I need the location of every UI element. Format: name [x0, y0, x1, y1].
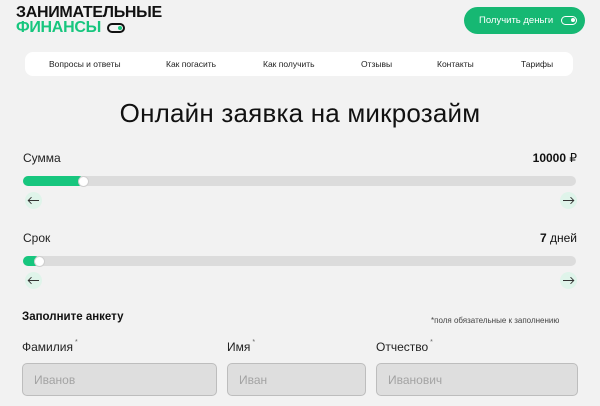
main-nav: Вопросы и ответы Как погасить Как получи… — [25, 52, 573, 76]
get-money-label: Получить деньги — [479, 15, 554, 26]
arrow-right-icon — [563, 196, 575, 205]
amount-unit: ₽ — [569, 151, 577, 165]
term-decrease-button[interactable] — [25, 272, 42, 289]
name-label: Имя * — [227, 339, 256, 354]
amount-slider-thumb[interactable] — [78, 175, 90, 187]
patronymic-label: Отчество * — [376, 339, 433, 354]
term-value: 7 дней — [540, 231, 577, 245]
nav-item-reviews[interactable]: Отзывы — [361, 59, 392, 69]
arrow-left-icon — [27, 196, 39, 205]
arrow-right-icon — [563, 276, 575, 285]
logo-text-top: ЗАНИМАТЕЛЬНЫЕ — [16, 4, 162, 21]
name-input[interactable] — [227, 363, 366, 396]
term-slider[interactable] — [23, 255, 576, 267]
surname-input[interactable] — [22, 363, 217, 396]
nav-item-how-to-repay[interactable]: Как погасить — [166, 59, 216, 69]
logo[interactable]: ЗАНИМАТЕЛЬНЫЕ ФИНАНСЫ — [16, 4, 162, 36]
term-label: Срок — [23, 231, 51, 245]
amount-value: 10000 ₽ — [533, 151, 577, 165]
amount-label: Сумма — [23, 151, 61, 165]
required-mark: * — [74, 339, 78, 346]
logo-text-bottom: ФИНАНСЫ — [16, 19, 101, 36]
required-mark: * — [430, 339, 433, 346]
required-fields-note: *поля обязательные к заполнению — [431, 316, 560, 325]
nav-item-contacts[interactable]: Контакты — [437, 59, 474, 69]
amount-decrease-button[interactable] — [25, 192, 42, 209]
form-title: Заполните анкету — [22, 311, 124, 323]
page-title: Онлайн заявка на микрозайм — [119, 98, 481, 128]
arrow-left-icon — [27, 276, 39, 285]
toggle-icon — [561, 16, 578, 25]
amount-increase-button[interactable] — [560, 192, 577, 209]
toggle-icon — [106, 22, 125, 33]
required-mark: * — [252, 339, 256, 346]
nav-item-faq[interactable]: Вопросы и ответы — [49, 59, 121, 69]
term-number: 7 — [539, 231, 547, 245]
amount-number: 10000 — [532, 151, 567, 165]
term-unit: дней — [549, 231, 577, 245]
nav-item-how-to-get[interactable]: Как получить — [263, 59, 315, 69]
surname-label: Фамилия * — [22, 339, 78, 354]
get-money-button[interactable]: Получить деньги — [464, 7, 585, 34]
term-slider-thumb[interactable] — [34, 255, 46, 267]
patronymic-input[interactable] — [376, 363, 578, 396]
amount-slider[interactable] — [23, 175, 576, 187]
amount-slider-fill — [23, 176, 84, 186]
term-increase-button[interactable] — [560, 272, 577, 289]
nav-item-tariffs[interactable]: Тарифы — [521, 59, 553, 69]
